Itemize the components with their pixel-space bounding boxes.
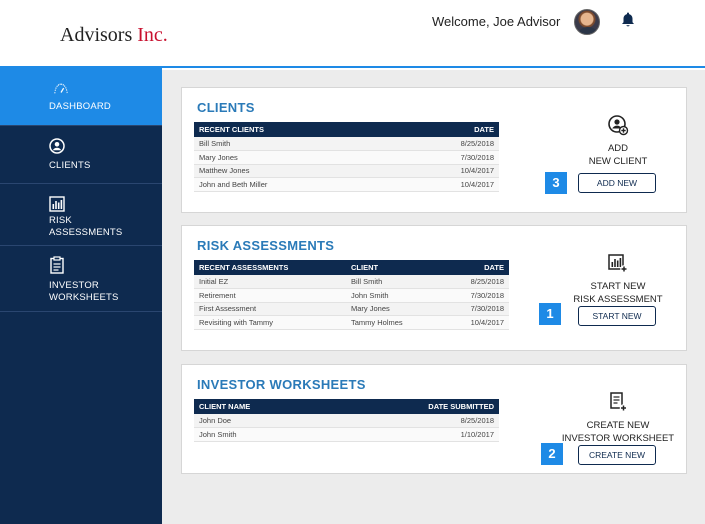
add-chart-icon [608,254,628,273]
table-header-row: CLIENT NAME DATE SUBMITTED [194,399,499,414]
table-row[interactable]: Bill Smith 8/25/2018 [194,137,499,151]
table-row[interactable]: Matthew Jones 10/4/2017 [194,164,499,178]
column-header: DATE [390,122,499,137]
add-new-client-button[interactable]: ADD NEW [578,173,656,193]
table-row[interactable]: Retirement John Smith 7/30/2018 [194,288,509,303]
column-header: CLIENT NAME [194,399,331,414]
table-row[interactable]: First Assessment Mary Jones 7/30/2018 [194,302,509,316]
column-header: RECENT ASSESSMENTS [194,260,346,275]
client-date: 10/4/2017 [390,164,499,178]
assessment-date: 7/30/2018 [441,302,509,316]
action-label: START NEW RISK ASSESSMENT [573,281,663,305]
table-row[interactable]: John Doe 8/25/2018 [194,414,499,428]
worksheet-client: John Smith [194,427,331,442]
step-badge: 3 [545,172,567,194]
assessment-client: John Smith [346,288,442,303]
sidebar-item-label: INVESTOR WORKSHEETS [49,280,119,303]
client-name: John and Beth Miller [194,177,391,192]
sidebar-item-label: CLIENTS [49,160,91,171]
worksheet-client: John Doe [194,414,331,428]
table-header-row: RECENT ASSESSMENTS CLIENT DATE [194,260,509,275]
sidebar-item-investor-worksheets[interactable]: INVESTOR WORKSHEETS [0,246,162,312]
client-name: Mary Jones [194,150,391,165]
column-header: RECENT CLIENTS [194,122,391,137]
table-row[interactable]: Mary Jones 7/30/2018 [194,150,499,165]
bar-chart-icon [49,196,65,212]
sidebar-item-label: RISK ASSESSMENTS [49,215,123,238]
column-header: CLIENT [346,260,442,275]
start-new-assessment-button[interactable]: START NEW [578,306,656,326]
card-title: INVESTOR WORKSHEETS [197,377,366,392]
sidebar-item-clients[interactable]: CLIENTS [0,126,162,184]
client-date: 7/30/2018 [390,150,499,165]
assessment-name: Revisiting with Tammy [194,315,346,330]
brand-name: Advisors [60,24,138,46]
assessment-name: Retirement [194,288,346,303]
brand-logo[interactable]: Advisors Inc. [60,24,168,47]
create-new-worksheet-button[interactable]: CREATE NEW [578,445,656,465]
create-worksheet-action: CREATE NEW INVESTOR WORKSHEET [543,391,693,445]
client-date: 8/25/2018 [390,137,499,151]
sidebar-item-risk-assessments[interactable]: RISK ASSESSMENTS [0,184,162,246]
worksheets-table: CLIENT NAME DATE SUBMITTED John Doe 8/25/… [194,399,499,442]
avatar[interactable] [574,9,600,35]
card-title: CLIENTS [197,100,255,115]
assessment-date: 10/4/2017 [441,315,509,330]
gauge-icon [54,83,68,94]
action-label: ADD NEW CLIENT [588,143,648,167]
worksheet-date: 8/25/2018 [330,414,499,428]
table-row[interactable]: Initial EZ Bill Smith 8/25/2018 [194,275,509,289]
assessment-date: 7/30/2018 [441,288,509,303]
assessment-client: Bill Smith [346,275,442,289]
assessment-client: Tammy Holmes [346,315,442,330]
table-row[interactable]: John and Beth Miller 10/4/2017 [194,177,499,192]
sidebar-item-dashboard[interactable]: DASHBOARD [0,68,162,126]
brand-accent: Inc. [137,24,168,46]
sidebar-item-label: DASHBOARD [49,101,111,112]
table-row[interactable]: John Smith 1/10/2017 [194,427,499,442]
step-badge: 1 [539,303,561,325]
client-date: 10/4/2017 [390,177,499,192]
client-name: Matthew Jones [194,164,391,178]
assessment-date: 8/25/2018 [441,275,509,289]
assessment-name: Initial EZ [194,275,346,289]
assessment-client: Mary Jones [346,302,442,316]
start-assessment-action: START NEW RISK ASSESSMENT [543,252,693,306]
main-content: CLIENTS RECENT CLIENTS DATE Bill Smith 8/… [162,70,705,524]
recent-assessments-table: RECENT ASSESSMENTS CLIENT DATE Initial E… [194,260,509,330]
sidebar: DASHBOARD CLIENTS RISK ASSESSMENTS INVES… [0,68,162,524]
step-badge: 2 [541,443,563,465]
recent-clients-table: RECENT CLIENTS DATE Bill Smith 8/25/2018 … [194,122,499,192]
clipboard-icon [50,256,64,274]
risk-assessments-card: RISK ASSESSMENTS RECENT ASSESSMENTS CLIE… [181,225,687,351]
card-title: RISK ASSESSMENTS [197,238,335,253]
assessment-name: First Assessment [194,302,346,316]
column-header: DATE SUBMITTED [330,399,499,414]
table-row[interactable]: Revisiting with Tammy Tammy Holmes 10/4/20… [194,315,509,330]
add-user-icon [608,115,629,136]
welcome-text: Welcome, Joe Advisor [432,14,561,29]
bell-icon[interactable] [620,11,636,29]
table-header-row: RECENT CLIENTS DATE [194,122,499,137]
add-document-icon [610,392,628,412]
client-name: Bill Smith [194,137,391,151]
investor-worksheets-card: INVESTOR WORKSHEETS CLIENT NAME DATE SUB… [181,364,687,474]
user-circle-icon [49,138,65,154]
worksheet-date: 1/10/2017 [330,427,499,442]
action-label: CREATE NEW INVESTOR WORKSHEET [561,420,675,444]
clients-card: CLIENTS RECENT CLIENTS DATE Bill Smith 8/… [181,87,687,213]
column-header: DATE [441,260,509,275]
add-client-action: ADD NEW CLIENT [543,114,693,168]
top-header: Advisors Inc. Welcome, Joe Advisor [0,0,705,68]
